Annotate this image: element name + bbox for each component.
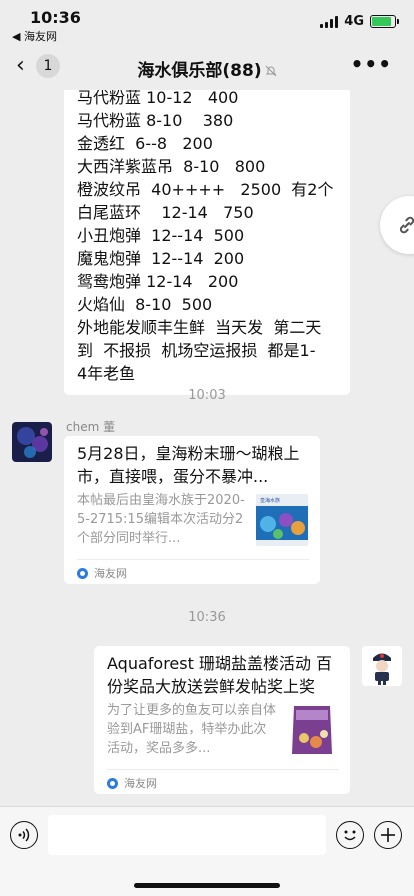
price-list-message[interactable]: 马代粉蓝 10-12 400 马代粉蓝 8-10 380 金透红 6--8 20… — [64, 90, 350, 395]
avatar-image — [362, 646, 402, 686]
message-list[interactable]: 马代粉蓝 10-12 400 马代粉蓝 8-10 380 金透红 6--8 20… — [0, 90, 414, 806]
message-line: 马代粉蓝 8-10 380 — [77, 111, 234, 130]
message-line: 小丑炮弹 12--14 500 — [77, 226, 245, 245]
message-line: 火焰仙 8-10 500 — [77, 295, 213, 314]
message-line: 橙波纹吊 40++++ 2500 有2个 — [77, 180, 334, 199]
timestamp: 10:36 — [188, 610, 226, 625]
card-divider — [77, 559, 309, 560]
home-indicator[interactable] — [134, 883, 280, 888]
voice-icon — [18, 828, 30, 842]
card-source: 海友网 — [107, 775, 157, 791]
chat-header: ‹ 1 海水俱乐部(88) ••• — [0, 44, 414, 90]
thumbnail-caption: 皇海水族 — [260, 497, 280, 504]
emoji-button[interactable] — [336, 821, 364, 849]
more-functions-button[interactable] — [374, 821, 402, 849]
signal-icon — [320, 15, 339, 28]
message-line: 金透红 6--8 200 — [77, 134, 213, 153]
message-line: 大西洋紫蓝吊 8-10 800 — [77, 157, 266, 176]
message-line: 魔鬼炮弹 12--14 200 — [77, 249, 245, 268]
plus-icon — [381, 828, 395, 842]
shared-link-card[interactable]: Aquaforest 珊瑚盐盖楼活动 百份奖品大放送尝鲜发帖奖上奖 为了让更多的… — [94, 646, 350, 794]
source-app-icon — [107, 777, 118, 789]
emoji-icon — [344, 830, 356, 841]
status-indicators: 4G — [320, 14, 399, 29]
message-line: 外地能发顺丰生鲜 当天发 第二天 — [77, 318, 322, 337]
card-divider — [107, 769, 339, 770]
battery-icon — [370, 15, 399, 28]
chat-title-text: 海水俱乐部(88) — [137, 61, 262, 81]
link-icon — [399, 216, 414, 234]
card-description: 本帖最后由皇海水族于2020-5-2715:15编辑本次活动分2个部分同时举行.… — [77, 493, 245, 546]
network-type: 4G — [344, 14, 364, 29]
product-bag-image — [286, 702, 338, 758]
card-title: 5月28日，皇海粉末珊～瑚粮上市，直接喂，蛋分不暴冲... — [77, 444, 300, 486]
muted-bell-icon — [265, 65, 276, 77]
back-to-app-link[interactable]: ◀ 海友网 — [12, 28, 57, 44]
message-line: 4年老鱼 — [77, 364, 136, 383]
card-thumbnail — [286, 702, 338, 758]
message-line: 白尾蓝环 12-14 750 — [77, 203, 254, 222]
message-line: 到 不报损 机场空运报损 都是1- — [77, 341, 316, 360]
input-bar — [0, 806, 414, 896]
message-line: 鸳鸯炮弹 12-14 200 — [77, 272, 239, 291]
card-title: Aquaforest 珊瑚盐盖楼活动 百份奖品大放送尝鲜发帖奖上奖 — [107, 654, 333, 696]
status-bar: 10:36 ◀ 海友网 4G — [0, 0, 414, 44]
floating-link-button[interactable] — [380, 196, 414, 254]
source-app-icon — [77, 567, 88, 579]
source-name: 海友网 — [124, 777, 157, 790]
message-line: 马代粉蓝 10-12 400 — [77, 90, 239, 107]
my-avatar[interactable] — [362, 646, 402, 686]
voice-input-button[interactable] — [10, 821, 38, 849]
card-source: 海友网 — [77, 565, 127, 581]
shared-link-card[interactable]: 5月28日，皇海粉末珊～瑚粮上市，直接喂，蛋分不暴冲... 本帖最后由皇海水族于… — [64, 436, 320, 584]
sender-name: chem 董 — [66, 420, 116, 434]
status-time: 10:36 — [30, 8, 81, 27]
avatar-image — [12, 422, 52, 462]
battery-fill — [372, 17, 391, 26]
more-options-icon[interactable]: ••• — [351, 52, 392, 76]
message-input[interactable] — [48, 815, 326, 855]
timestamp: 10:03 — [188, 388, 226, 403]
source-name: 海友网 — [94, 567, 127, 580]
thumbnail-image: 皇海水族 — [256, 494, 308, 546]
card-description: 为了让更多的鱼友可以亲自体验到AF珊瑚盐，特举办此次活动，奖品多多... — [107, 703, 277, 756]
card-thumbnail: 皇海水族 — [256, 494, 308, 546]
sender-avatar[interactable] — [12, 422, 52, 462]
